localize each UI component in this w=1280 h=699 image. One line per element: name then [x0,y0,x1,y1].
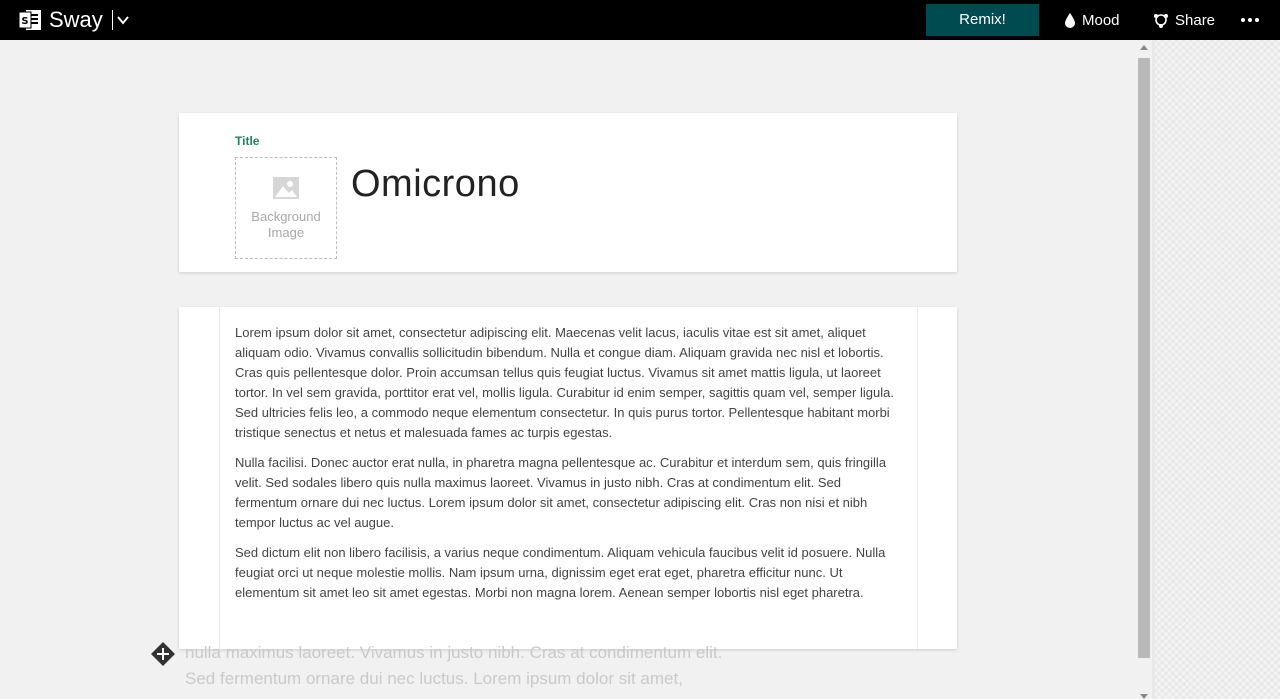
add-card-icon[interactable] [151,642,175,666]
paragraph[interactable]: Lorem ipsum dolor sit amet, consectetur … [220,323,917,443]
mood-label: Mood [1082,11,1120,29]
image-icon [273,177,299,199]
drop-icon [1065,13,1075,28]
share-button[interactable]: Share [1153,0,1215,40]
card-type-label: Title [235,134,260,148]
paragraph[interactable]: Sed dictum elit non libero facilisis, a … [220,543,917,603]
background-image-placeholder[interactable]: Background Image [235,157,337,259]
share-label: Share [1175,11,1216,29]
storyline-canvas: Title Background Image Omicrono Lorem ip… [0,40,1136,699]
background-preview-text: nulla maximus laoreet. Vivamus in justo … [185,640,722,692]
title-card[interactable]: Title Background Image Omicrono [179,113,957,272]
vertical-scrollbar[interactable] [1136,40,1152,699]
sway-title[interactable]: Omicrono [351,163,520,206]
scroll-up-arrow-icon[interactable] [1140,45,1148,50]
ghost-line: nulla maximus laoreet. Vivamus in justo … [185,643,723,662]
text-card-content: Lorem ipsum dolor sit amet, consectetur … [219,307,918,649]
top-bar: S Sway Remix! Mood Share [0,0,1280,40]
text-card[interactable]: Lorem ipsum dolor sit amet, consectetur … [179,307,957,649]
more-options-button[interactable] [1240,0,1266,40]
mood-button[interactable]: Mood [1064,0,1120,40]
scroll-down-arrow-icon[interactable] [1140,694,1148,699]
bg-image-label-line2: Image [267,225,305,240]
side-panel-texture [1152,40,1280,699]
ellipsis-icon [1241,18,1259,22]
chevron-down-icon[interactable] [115,12,131,28]
svg-text:S: S [21,16,28,27]
share-icon [1154,14,1168,28]
ghost-line: Sed fermentum ornare dui nec luctus. Lor… [185,669,683,688]
sway-logo-icon[interactable]: S [18,8,42,32]
divider [112,10,113,30]
remix-button[interactable]: Remix! [926,4,1039,36]
bg-image-label-line1: Background [251,209,321,224]
paragraph[interactable]: Nulla facilisi. Donec auctor erat nulla,… [220,453,917,533]
app-name: Sway [49,7,103,32]
scroll-thumb[interactable] [1138,58,1150,658]
